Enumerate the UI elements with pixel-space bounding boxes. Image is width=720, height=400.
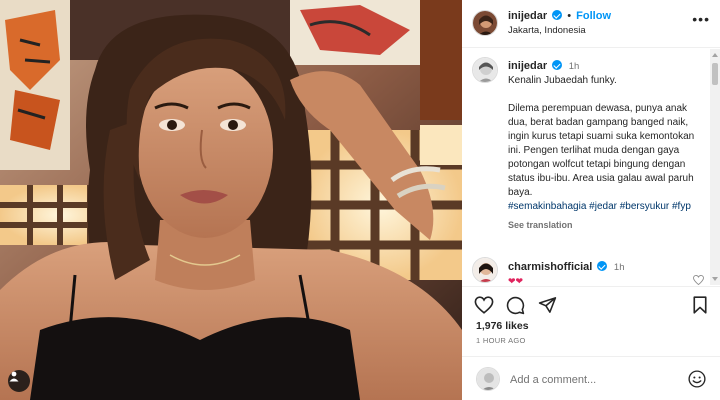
separator-dot: • [567,10,572,22]
post-header: inijedar • Follow Jakarta, Indonesia ••• [462,0,720,48]
comment-like-heart-icon[interactable] [693,275,704,285]
action-bar [462,286,720,322]
scroll-up-arrow-icon[interactable] [712,53,718,57]
comment-text: ❤❤ [508,276,524,285]
share-icon[interactable] [538,296,557,314]
post-photo[interactable] [0,0,462,400]
comment-time[interactable]: 1h [614,262,625,273]
bookmark-icon[interactable] [692,296,708,314]
viewer-avatar-image [477,368,499,390]
add-comment-bar [462,356,720,400]
post-panel: inijedar • Follow Jakarta, Indonesia •••… [462,0,720,400]
verified-badge-icon [551,60,562,70]
caption-hashtags[interactable]: #semakinbahagia #jedar #bersyukur #fyp [508,200,706,214]
commenter-avatar[interactable] [472,257,498,283]
caption-username[interactable]: inijedar [508,60,547,72]
commenter-username[interactable]: charmishofficial [508,261,592,273]
more-options-button[interactable]: ••• [692,12,710,26]
viewer-avatar [476,367,500,391]
likes-count[interactable]: 1,976 likes [476,320,529,332]
author-avatar-image [473,11,497,35]
caption-first-line: Kenalin Jubaedah funky. [508,75,617,86]
tag-user-button[interactable] [8,370,30,392]
verified-badge-icon [597,261,608,271]
post-location[interactable]: Jakarta, Indonesia [508,25,586,36]
caption-avatar[interactable] [472,57,498,83]
heart-icon[interactable] [474,296,494,314]
comments-section[interactable]: inijedar 1h Kenalin Jubaedah funky. Dile… [462,49,710,285]
scrollbar-thumb[interactable] [712,63,718,85]
author-username[interactable]: inijedar [508,10,547,22]
comment-item: charmishofficial 1h ❤❤ [472,257,708,285]
emoji-icon[interactable] [688,370,706,388]
author-avatar[interactable] [472,10,498,36]
post-time-ago[interactable]: 1 HOUR AGO [476,336,526,345]
verified-badge-icon [552,10,563,20]
see-translation-link[interactable]: See translation [508,218,706,232]
comments-scrollbar[interactable] [710,49,720,285]
comment-icon[interactable] [506,296,525,315]
caption-body: Dilema perempuan dewasa, punya anak dua,… [508,103,695,198]
commenter-avatar-image [473,258,497,282]
caption-avatar-image [473,58,497,82]
post-image [0,0,462,400]
scroll-down-arrow-icon[interactable] [712,277,718,281]
caption-time[interactable]: 1h [569,61,580,72]
tag-user-icon [9,371,19,382]
comment-input[interactable] [510,371,680,389]
follow-button[interactable]: Follow [576,10,611,22]
